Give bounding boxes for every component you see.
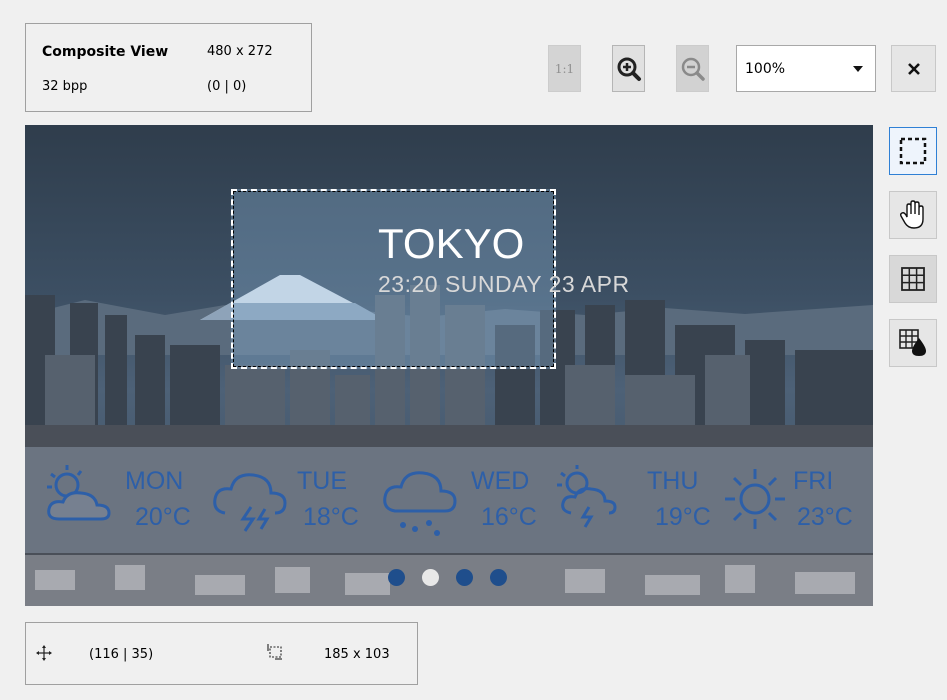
composite-info-panel: Composite View 480 x 272 32 bpp (0 | 0)	[25, 23, 312, 112]
actual-size-button[interactable]: 1:1	[548, 45, 581, 92]
forecast-day-temp: 18°C	[303, 503, 359, 531]
grid-icon	[901, 267, 925, 291]
selection-size: 185 x 103	[324, 647, 390, 662]
city-name: TOKYO	[378, 220, 525, 267]
close-button[interactable]	[891, 45, 936, 92]
chevron-down-icon	[853, 66, 863, 72]
grid-color-tool-button[interactable]	[889, 319, 937, 367]
move-icon	[36, 645, 52, 661]
rain-icon	[383, 471, 457, 536]
page-dot[interactable]	[456, 569, 473, 586]
view-dimensions: 480 x 272	[207, 44, 273, 59]
forecast-day-temp: 19°C	[655, 503, 711, 531]
forecast-day-wed: WED 16°C	[381, 447, 551, 553]
cursor-coords: (0 | 0)	[207, 79, 247, 94]
color-depth: 32 bpp	[42, 79, 88, 94]
partly-cloudy-icon	[47, 465, 111, 521]
zoom-out-icon	[681, 57, 705, 81]
composite-canvas[interactable]: TOKYO 23:20 SUNDAY 23 APR MON 20°C TUE 1…	[25, 125, 873, 606]
page-dot-active[interactable]	[422, 569, 439, 586]
sun-thunderstorm-icon	[557, 465, 617, 528]
zoom-level-select[interactable]: 100%	[736, 45, 876, 92]
pan-tool-button[interactable]	[889, 191, 937, 239]
forecast-day-thu: THU 19°C	[551, 447, 721, 553]
sunny-icon	[725, 469, 785, 529]
forecast-day-name: FRI	[793, 467, 834, 495]
hand-icon	[899, 200, 924, 229]
date-time-label: 23:20 SUNDAY 23 APR	[378, 271, 630, 297]
forecast-day-name: TUE	[297, 467, 347, 495]
page-dot[interactable]	[388, 569, 405, 586]
forecast-day-name: WED	[471, 467, 530, 495]
forecast-day-fri: FRI 23°C	[717, 447, 873, 553]
zoom-in-button[interactable]	[612, 45, 645, 92]
marquee-select-icon	[899, 137, 927, 165]
grid-fill-icon	[899, 329, 926, 356]
selection-size-icon	[267, 644, 282, 660]
grid-tool-button[interactable]	[889, 255, 937, 303]
forecast-day-temp: 16°C	[481, 503, 537, 531]
forecast-day-mon: MON 20°C	[39, 447, 209, 553]
forecast-day-tue: TUE 18°C	[211, 447, 381, 553]
forecast-bar: MON 20°C TUE 18°C WED 16°C THU 19°C FRI …	[25, 447, 873, 553]
zoom-out-button[interactable]	[676, 45, 709, 92]
actual-size-label: 1:1	[554, 61, 575, 76]
forecast-day-name: MON	[125, 467, 184, 495]
selection-status-panel: (116 | 35) 185 x 103	[25, 622, 418, 685]
zoom-level-value: 100%	[745, 60, 786, 77]
forecast-day-temp: 20°C	[135, 503, 191, 531]
forecast-day-name: THU	[647, 467, 699, 495]
zoom-in-icon	[617, 57, 641, 81]
view-title: Composite View	[42, 44, 169, 60]
close-icon	[907, 62, 920, 75]
forecast-day-temp: 23°C	[797, 503, 853, 531]
selection-tool-button[interactable]	[889, 127, 937, 175]
thunderstorm-icon	[213, 473, 287, 532]
page-dot[interactable]	[490, 569, 507, 586]
selection-position: (116 | 35)	[89, 647, 154, 662]
